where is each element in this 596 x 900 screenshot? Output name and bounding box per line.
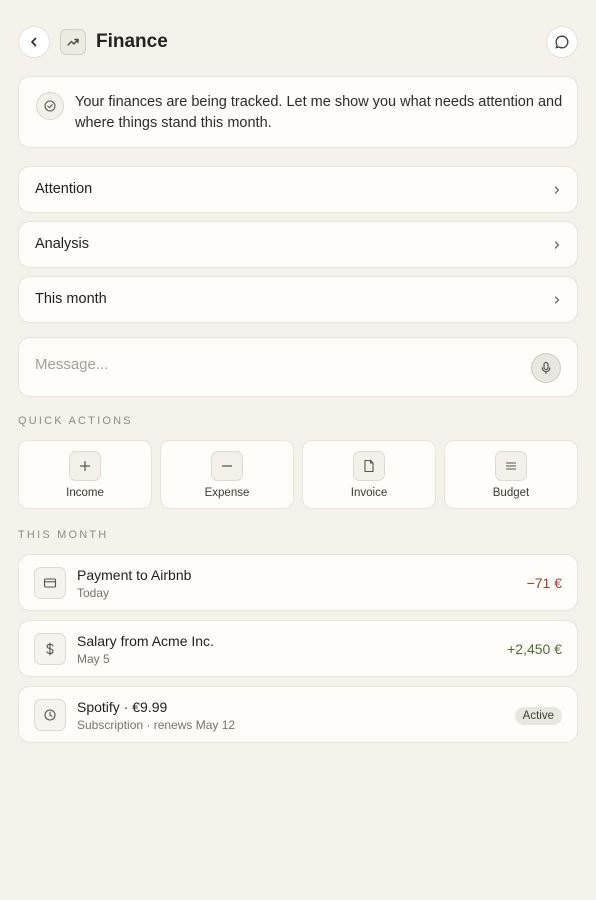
intro-message: Your finances are being tracked. Let me … — [75, 94, 563, 131]
message-composer — [18, 337, 578, 397]
chevron-right-icon — [554, 241, 560, 249]
transaction-title: Spotify · €9.99 — [77, 699, 168, 715]
quick-action-invoice[interactable]: Invoice — [302, 440, 436, 509]
chevron-right-icon — [554, 186, 560, 194]
quick-action-budget[interactable]: Budget — [444, 440, 578, 509]
this-month-heading: THIS MONTH — [18, 529, 109, 541]
section-this-month[interactable]: This month — [18, 276, 578, 323]
transaction-date: May 5 — [77, 652, 110, 666]
message-circle-icon — [555, 35, 569, 49]
message-input[interactable] — [35, 356, 505, 373]
transaction-row[interactable]: Salary from Acme Inc. May 5 +2,450 € — [18, 620, 578, 677]
transaction-row[interactable]: Spotify · €9.99 Subscription · renews Ma… — [18, 686, 578, 743]
assistant-intro-card: Your finances are being tracked. Let me … — [18, 76, 578, 148]
page-title: Finance — [96, 31, 168, 52]
section-label: Attention — [35, 181, 93, 197]
quick-action-label: Income — [66, 487, 104, 499]
quick-action-label: Invoice — [350, 487, 388, 499]
quick-action-label: Expense — [204, 487, 250, 499]
transaction-amount: +2,450 € — [507, 641, 562, 657]
status-badge: Active — [514, 707, 562, 725]
transaction-detail: Subscription · renews May 12 — [77, 718, 236, 732]
section-label: Analysis — [35, 236, 89, 252]
transaction-title: Payment to Airbnb — [77, 567, 192, 583]
list-icon — [495, 451, 527, 481]
minus-icon — [211, 451, 243, 481]
transaction-amount: −71 € — [526, 575, 562, 591]
check-circle-icon — [36, 92, 64, 120]
transaction-date: Today — [77, 586, 110, 600]
clock-icon — [34, 699, 66, 731]
quick-action-label: Budget — [492, 487, 530, 499]
dollar-icon — [34, 633, 66, 665]
credit-card-icon — [34, 567, 66, 599]
file-icon — [353, 451, 385, 481]
section-attention[interactable]: Attention — [18, 166, 578, 213]
plus-icon — [69, 451, 101, 481]
quick-action-income[interactable]: Income — [18, 440, 152, 509]
transaction-row[interactable]: Payment to Airbnb Today −71 € — [18, 554, 578, 611]
chevron-right-icon — [554, 296, 560, 304]
header: Finance — [18, 26, 578, 58]
chat-button[interactable] — [546, 26, 578, 58]
section-label: This month — [35, 291, 107, 307]
section-analysis[interactable]: Analysis — [18, 221, 578, 268]
microphone-button[interactable] — [531, 353, 561, 383]
quick-actions-heading: QUICK ACTIONS — [18, 415, 133, 427]
quick-action-expense[interactable]: Expense — [160, 440, 294, 509]
microphone-icon — [541, 361, 551, 375]
transaction-title: Salary from Acme Inc. — [77, 633, 214, 649]
trending-up-icon — [60, 29, 86, 55]
back-button[interactable] — [18, 26, 50, 58]
chevron-left-icon — [31, 37, 37, 47]
